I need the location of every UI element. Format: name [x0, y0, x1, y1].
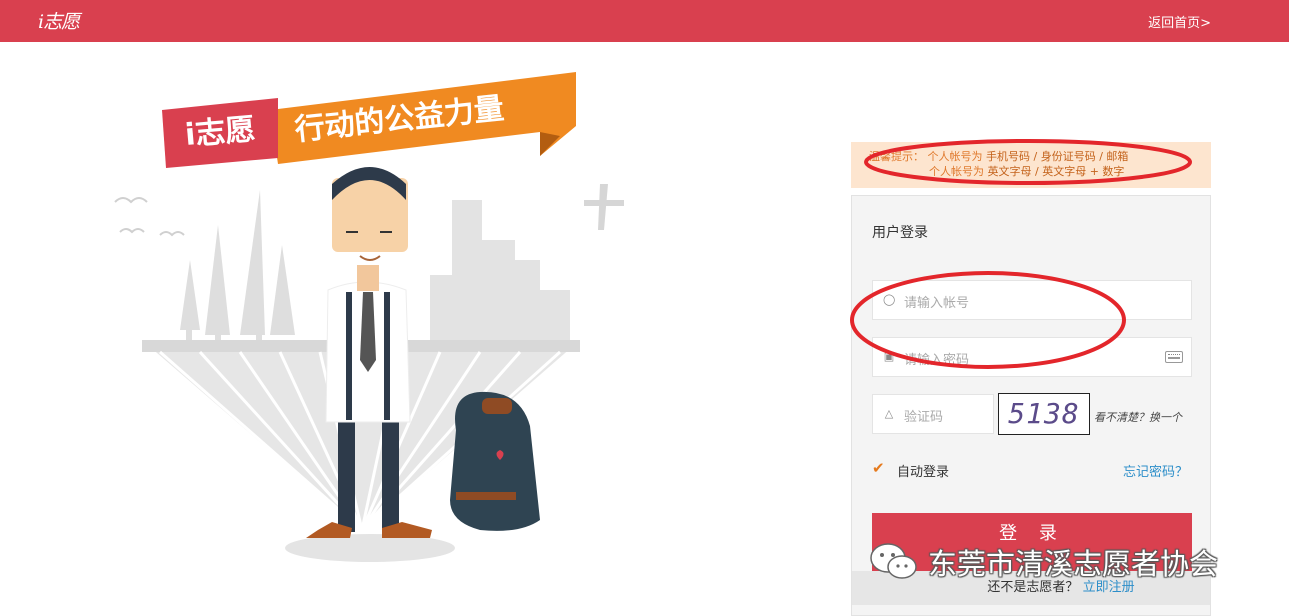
checkmark-icon[interactable]: ✔ — [872, 460, 888, 476]
account-placeholder: 请输入帐号 — [904, 296, 970, 311]
wechat-icon — [870, 543, 917, 579]
tip-prefix: 温馨提示： — [869, 150, 924, 163]
tip-line-2: 个人帐号为 英文字母 / 英文字母 + 数字 — [869, 164, 1211, 179]
tree-silhouettes — [180, 190, 295, 340]
hero-graphic: i志愿 行动的公益力量 — [114, 72, 624, 562]
birds — [114, 197, 185, 237]
logo[interactable]: i志愿 — [38, 6, 94, 38]
password-placeholder: 请输入密码 — [904, 353, 970, 368]
shield-icon: △ — [884, 407, 894, 420]
banner-badge: i志愿 — [184, 112, 257, 153]
home-link[interactable]: 返回首页> — [1148, 12, 1211, 31]
tip-line-1: 温馨提示： 个人帐号为 手机号码 / 身份证号码 / 邮箱 — [869, 149, 1211, 164]
backpack — [450, 391, 540, 531]
account-input[interactable]: ◯ 请输入帐号 — [872, 280, 1192, 320]
tip-line1-b: 手机号码 / 身份证号码 / 邮箱 — [986, 150, 1129, 163]
plane-icon — [584, 184, 624, 230]
tip-line1-a: 个人帐号为 — [927, 150, 983, 163]
auto-login-label[interactable]: 自动登录 — [897, 461, 949, 480]
top-navbar: i志愿 返回首页> — [0, 0, 1289, 42]
forgot-password-link[interactable]: 忘记密码？ — [1123, 461, 1188, 480]
watermark-text: 东莞市清溪志愿者协会 — [928, 547, 1219, 581]
wechat-watermark: 东莞市清溪志愿者协会 — [868, 536, 1258, 584]
captcha-placeholder: 验证码 — [904, 410, 944, 425]
captcha-image[interactable]: 5138 — [998, 393, 1090, 435]
captcha-input[interactable]: △ 验证码 — [872, 394, 994, 434]
tip-line2-a: 个人帐号为 — [929, 165, 984, 178]
lock-icon: ▣ — [883, 350, 895, 363]
tip-line2-b: 英文字母 / 英文字母 + 数字 — [987, 165, 1125, 178]
keyboard-icon[interactable] — [1165, 351, 1183, 363]
hero-illustration: i志愿 行动的公益力量 — [100, 60, 640, 580]
login-tip: 温馨提示： 个人帐号为 手机号码 / 身份证号码 / 邮箱 个人帐号为 英文字母… — [851, 142, 1211, 188]
building-silhouettes — [430, 200, 570, 340]
slogan-banner: i志愿 行动的公益力量 — [162, 72, 576, 168]
user-icon: ◯ — [883, 293, 896, 306]
password-input[interactable]: ▣ 请输入密码 — [872, 337, 1192, 377]
refresh-captcha-link[interactable]: 看不清楚？换一个 — [1094, 409, 1182, 425]
login-title: 用户登录 — [872, 225, 928, 241]
